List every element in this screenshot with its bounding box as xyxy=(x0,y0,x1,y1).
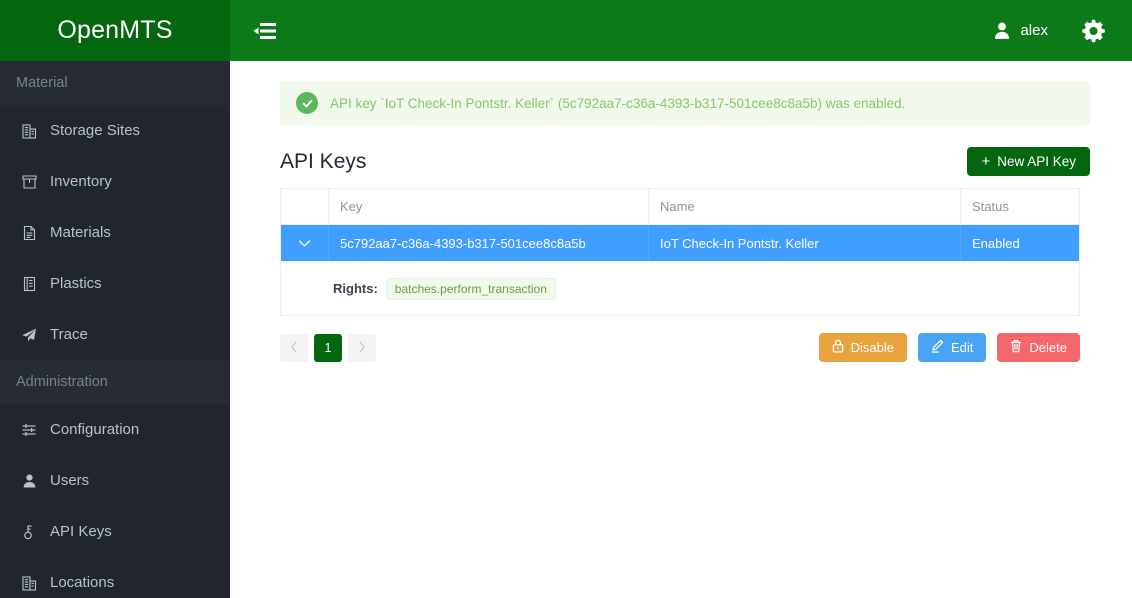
trash-icon xyxy=(1010,339,1022,356)
table-row[interactable]: 5c792aa7-c36a-4393-b317-501cee8c8a5b IoT… xyxy=(281,225,1079,261)
content-area: API key `IoT Check-In Pontstr. Keller` (… xyxy=(230,61,1132,598)
column-header-key: Key xyxy=(329,189,649,224)
sidebar-item-api-keys[interactable]: API Keys xyxy=(0,506,230,557)
building-icon xyxy=(18,122,40,140)
sidebar: OpenMTS Material Storage Sites Inventory… xyxy=(0,0,230,598)
sidebar-item-label: API Keys xyxy=(50,523,112,540)
sidebar-item-label: Locations xyxy=(50,574,115,591)
sidebar-item-label: Trace xyxy=(50,326,88,343)
sidebar-item-configuration[interactable]: Configuration xyxy=(0,404,230,455)
table-footer: 1 Disable Edit Delete xyxy=(280,333,1080,362)
delete-label: Delete xyxy=(1029,340,1067,355)
page-title: API Keys xyxy=(280,149,367,173)
user-icon xyxy=(18,472,40,490)
plus-icon: + xyxy=(981,153,991,170)
column-header-name: Name xyxy=(649,189,961,224)
row-expanded-panel: Rights: batches.perform_transaction xyxy=(281,261,1079,315)
sidebar-item-label: Plastics xyxy=(50,275,102,292)
check-circle-icon xyxy=(296,92,318,114)
cell-key: 5c792aa7-c36a-4393-b317-501cee8c8a5b xyxy=(329,225,649,261)
document-icon xyxy=(18,224,40,242)
sidebar-section-administration: Administration xyxy=(0,360,230,404)
alert-message: API key `IoT Check-In Pontstr. Keller` (… xyxy=(330,95,906,111)
column-header-expand xyxy=(281,189,329,224)
gear-icon[interactable] xyxy=(1076,14,1110,48)
sidebar-section-material: Material xyxy=(0,61,230,105)
lock-icon xyxy=(832,339,844,356)
page-header: API Keys + New API Key xyxy=(280,147,1090,176)
main-area: alex API key `IoT Check-In Pontstr. Kell… xyxy=(230,0,1132,598)
top-bar: alex xyxy=(230,0,1132,61)
sidebar-item-storage-sites[interactable]: Storage Sites xyxy=(0,105,230,156)
sidebar-item-plastics[interactable]: Plastics xyxy=(0,258,230,309)
user-menu[interactable]: alex xyxy=(993,21,1048,40)
sidebar-section-label: Administration xyxy=(16,374,108,390)
key-icon xyxy=(18,523,40,541)
row-actions: Disable Edit Delete xyxy=(818,333,1080,362)
sidebar-section-label: Material xyxy=(16,75,68,91)
table-header-row: Key Name Status xyxy=(281,189,1079,225)
app-root: OpenMTS Material Storage Sites Inventory… xyxy=(0,0,1132,598)
chevron-right-icon xyxy=(358,340,366,356)
pencil-icon xyxy=(931,339,944,356)
api-keys-table: Key Name Status 5c792aa7-c36a-4393-b317-… xyxy=(280,188,1080,316)
pagination: 1 xyxy=(280,333,376,362)
sidebar-item-materials[interactable]: Materials xyxy=(0,207,230,258)
sidebar-item-users[interactable]: Users xyxy=(0,455,230,506)
new-api-key-button[interactable]: + New API Key xyxy=(967,147,1090,176)
sidebar-item-label: Storage Sites xyxy=(50,122,141,139)
user-icon xyxy=(993,21,1011,40)
brand-title: OpenMTS xyxy=(57,16,173,44)
row-expand-toggle[interactable] xyxy=(281,225,329,261)
cell-name: IoT Check-In Pontstr. Keller xyxy=(649,225,961,261)
sliders-icon xyxy=(18,421,40,439)
rights-label: Rights: xyxy=(333,281,378,296)
sidebar-item-inventory[interactable]: Inventory xyxy=(0,156,230,207)
edit-button[interactable]: Edit xyxy=(918,333,987,362)
disable-button[interactable]: Disable xyxy=(818,333,908,362)
success-alert: API key `IoT Check-In Pontstr. Keller` (… xyxy=(280,81,1090,125)
sidebar-item-locations[interactable]: Locations xyxy=(0,557,230,598)
list-icon xyxy=(18,275,40,293)
new-api-key-label: New API Key xyxy=(997,154,1076,169)
pagination-next-button[interactable] xyxy=(348,333,376,362)
box-icon xyxy=(18,173,40,191)
disable-label: Disable xyxy=(850,340,895,355)
column-header-status: Status xyxy=(972,199,1009,214)
sidebar-item-label: Inventory xyxy=(50,173,112,190)
sidebar-item-trace[interactable]: Trace xyxy=(0,309,230,360)
pagination-prev-button[interactable] xyxy=(280,333,308,362)
sidebar-item-label: Materials xyxy=(50,224,111,241)
pagination-page-1[interactable]: 1 xyxy=(314,333,342,362)
menu-fold-icon[interactable] xyxy=(248,14,282,48)
brand-logo[interactable]: OpenMTS xyxy=(0,0,230,61)
chevron-left-icon xyxy=(290,340,298,356)
sidebar-item-label: Users xyxy=(50,472,90,489)
edit-label: Edit xyxy=(951,340,974,355)
paper-plane-icon xyxy=(18,326,40,344)
user-name: alex xyxy=(1020,22,1048,39)
status-badge: Enabled xyxy=(972,235,1020,251)
building-icon xyxy=(18,574,40,592)
right-tag: batches.perform_transaction xyxy=(385,277,556,300)
chevron-down-icon xyxy=(298,236,311,251)
delete-button[interactable]: Delete xyxy=(997,333,1080,362)
sidebar-item-label: Configuration xyxy=(50,421,140,438)
